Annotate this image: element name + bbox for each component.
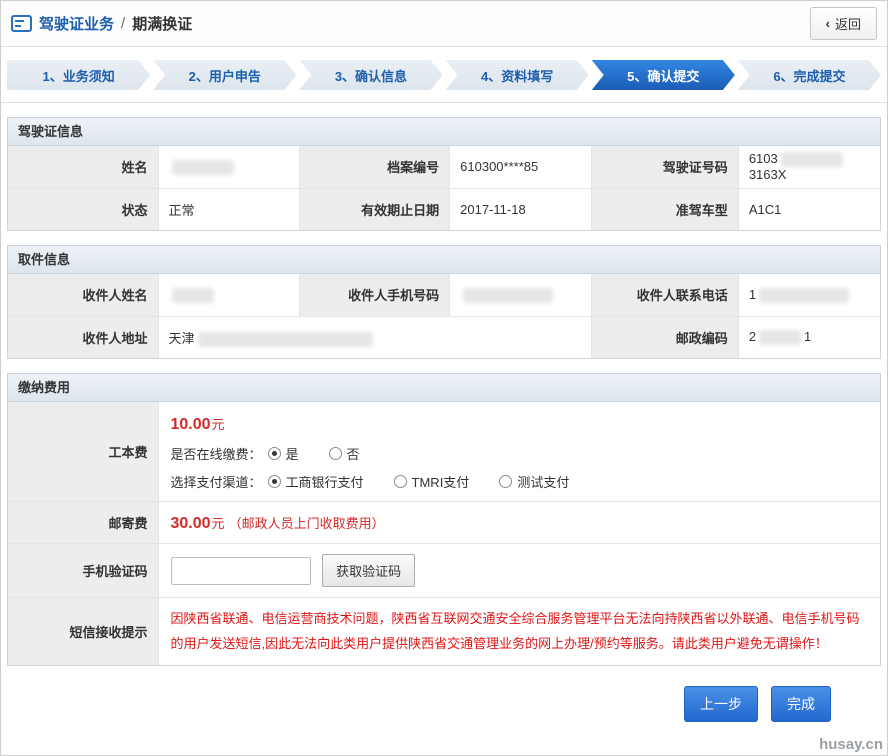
recipient-name-value (158, 274, 300, 316)
redacted-recipient-name (172, 288, 214, 303)
sms-code-input[interactable] (171, 557, 311, 585)
postage-value-cell: 30.00元（邮政人员上门收取费用） (158, 502, 880, 544)
online-pay-row: 是否在线缴费： 是 否 (171, 444, 869, 463)
step-6-complete[interactable]: 6、完成提交 (738, 60, 881, 90)
pay-channel-row: 选择支付渠道： 工商银行支付 TMRI支付 测试支付 (171, 472, 869, 491)
license-no-label: 驾驶证号码 (591, 146, 738, 188)
table-row: 收件人姓名 收件人手机号码 收件人联系电话 1 (8, 274, 880, 316)
sms-tip-label: 短信接收提示 (8, 598, 158, 666)
back-arrow-icon: ‹ (826, 16, 830, 31)
footer-actions: 上一步 完成 (1, 686, 831, 722)
step-4-fill-data[interactable]: 4、资料填写 (446, 60, 589, 90)
table-row: 姓名 档案编号 610300****85 驾驶证号码 61033163X (8, 146, 880, 188)
license-section-title: 驾驶证信息 (8, 118, 880, 146)
fees-section-title: 缴纳费用 (8, 374, 880, 402)
redacted-recipient-mobile (463, 288, 553, 303)
name-value (158, 146, 300, 188)
redacted-address (198, 332, 373, 347)
back-button[interactable]: ‹ 返回 (810, 7, 877, 40)
file-no-label: 档案编号 (300, 146, 450, 188)
table-row: 状态 正常 有效期止日期 2017-11-18 准驾车型 A1C1 (8, 188, 880, 230)
breadcrumb-separator: / (121, 15, 125, 32)
sms-code-cell: 获取验证码 (158, 544, 880, 598)
radio-online-pay-yes[interactable]: 是 (268, 444, 299, 463)
postage-label: 邮寄费 (8, 502, 158, 544)
step-1-notice[interactable]: 1、业务须知 (7, 60, 150, 90)
radio-channel-tmri[interactable]: TMRI支付 (394, 472, 470, 491)
file-no-value: 610300****85 (450, 146, 592, 188)
status-value: 正常 (158, 188, 300, 230)
table-row: 邮寄费 30.00元（邮政人员上门收取费用） (8, 502, 880, 544)
radio-icon (268, 447, 281, 460)
cost-value-cell: 10.00元 是否在线缴费： 是 否 选择支 (158, 402, 880, 502)
recipient-tel-label: 收件人联系电话 (591, 274, 738, 316)
table-row: 工本费 10.00元 是否在线缴费： 是 否 (8, 402, 880, 502)
status-label: 状态 (8, 188, 158, 230)
form-icon (11, 15, 32, 32)
finish-button[interactable]: 完成 (771, 686, 831, 722)
sms-tip-text: 因陕西省联通、电信运营商技术问题，陕西省互联网交通安全综合服务管理平台无法向持陕… (158, 598, 880, 666)
online-pay-label: 是否在线缴费： (171, 444, 262, 463)
step-2-declaration[interactable]: 2、用户申告 (153, 60, 296, 90)
address-value: 天津 (158, 316, 591, 358)
divider (1, 102, 887, 103)
radio-channel-test[interactable]: 测试支付 (499, 472, 569, 491)
radio-channel-icbc[interactable]: 工商银行支付 (268, 472, 364, 491)
pay-channel-label: 选择支付渠道： (171, 472, 262, 491)
pickup-section-title: 取件信息 (8, 246, 880, 274)
radio-icon (329, 447, 342, 460)
fees-section: 缴纳费用 工本费 10.00元 是否在线缴费： 是 (7, 373, 881, 666)
redacted-recipient-tel (759, 288, 849, 303)
radio-online-pay-no[interactable]: 否 (329, 444, 360, 463)
redacted-name (172, 160, 234, 175)
recipient-name-label: 收件人姓名 (8, 274, 158, 316)
page-title-primary: 驾驶证业务 (39, 13, 114, 34)
fees-table: 工本费 10.00元 是否在线缴费： 是 否 (8, 402, 880, 665)
radio-icon (268, 475, 281, 488)
step-wizard: 1、业务须知 2、用户申告 3、确认信息 4、资料填写 5、确认提交 6、完成提… (7, 60, 881, 90)
vehicle-type-label: 准驾车型 (591, 188, 738, 230)
radio-icon (499, 475, 512, 488)
expiry-value: 2017-11-18 (450, 188, 592, 230)
license-renewal-page: 驾驶证业务 / 期满换证 ‹ 返回 1、业务须知 2、用户申告 3、确认信息 4… (0, 0, 888, 756)
radio-icon (394, 475, 407, 488)
get-code-button[interactable]: 获取验证码 (322, 554, 415, 587)
address-label: 收件人地址 (8, 316, 158, 358)
back-button-label: 返回 (835, 14, 861, 33)
postcode-value: 21 (738, 316, 880, 358)
vehicle-type-value: A1C1 (738, 188, 880, 230)
page-title-secondary: 期满换证 (132, 13, 192, 34)
header: 驾驶证业务 / 期满换证 ‹ 返回 (1, 1, 887, 47)
sms-code-label: 手机验证码 (8, 544, 158, 598)
license-no-value: 61033163X (738, 146, 880, 188)
prev-step-button[interactable]: 上一步 (684, 686, 758, 722)
name-label: 姓名 (8, 146, 158, 188)
recipient-mobile-value (450, 274, 592, 316)
expiry-label: 有效期止日期 (300, 188, 450, 230)
redacted-license-no (781, 152, 843, 167)
table-row: 手机验证码 获取验证码 (8, 544, 880, 598)
pickup-info-table: 收件人姓名 收件人手机号码 收件人联系电话 1 收件人地址 天津 邮政编码 21 (8, 274, 880, 358)
step-5-confirm-submit[interactable]: 5、确认提交 (592, 60, 735, 90)
table-row: 短信接收提示 因陕西省联通、电信运营商技术问题，陕西省互联网交通安全综合服务管理… (8, 598, 880, 666)
breadcrumb: 驾驶证业务 / 期满换证 (11, 13, 192, 34)
redacted-postcode (759, 330, 801, 345)
recipient-tel-value: 1 (738, 274, 880, 316)
postcode-label: 邮政编码 (591, 316, 738, 358)
cost-label: 工本费 (8, 402, 158, 502)
license-info-table: 姓名 档案编号 610300****85 驾驶证号码 61033163X 状态 … (8, 146, 880, 230)
table-row: 收件人地址 天津 邮政编码 21 (8, 316, 880, 358)
pickup-info-section: 取件信息 收件人姓名 收件人手机号码 收件人联系电话 1 收件人地址 天津 邮政… (7, 245, 881, 359)
watermark: husay.cn (819, 736, 883, 753)
license-info-section: 驾驶证信息 姓名 档案编号 610300****85 驾驶证号码 6103316… (7, 117, 881, 231)
recipient-mobile-label: 收件人手机号码 (300, 274, 450, 316)
step-3-confirm-info[interactable]: 3、确认信息 (299, 60, 442, 90)
cost-amount: 10.00元 (171, 414, 869, 434)
